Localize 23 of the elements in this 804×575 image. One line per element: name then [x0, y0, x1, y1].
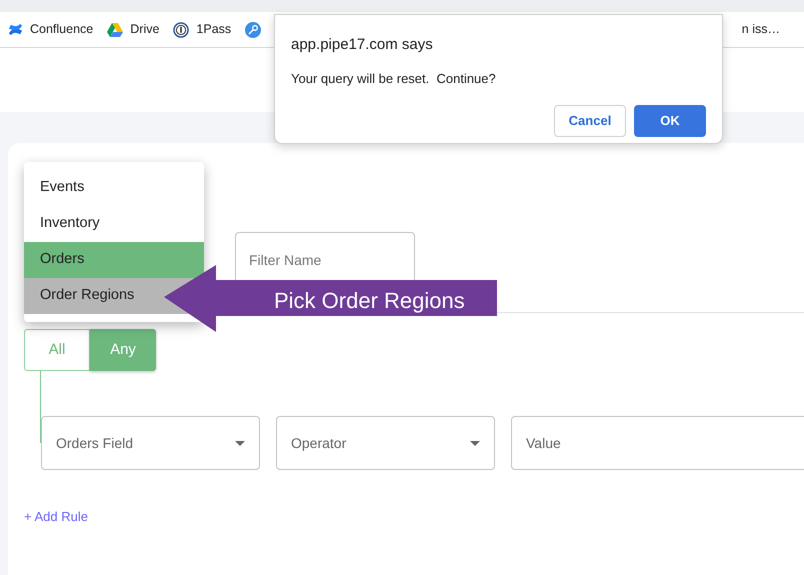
drive-icon[interactable] — [107, 22, 124, 36]
select-field[interactable]: Orders Field — [41, 416, 260, 470]
value-field[interactable]: Value — [511, 416, 804, 470]
bookmark-link[interactable]: Drive — [130, 20, 160, 39]
caret-icon — [235, 440, 245, 446]
dialog-title: app.pipe17.com says — [291, 35, 434, 55]
bookmark-link[interactable]: Confluence — [30, 20, 94, 39]
key-icon[interactable] — [245, 22, 262, 38]
select-field[interactable]: Operator — [276, 416, 495, 470]
bookmark-link[interactable]: n iss… — [742, 20, 780, 39]
menu-item[interactable]: Inventory — [24, 206, 204, 242]
caret-icon — [470, 440, 480, 446]
menu-item[interactable]: Events — [24, 170, 204, 206]
confluence-icon[interactable] — [8, 22, 23, 37]
dialog-button[interactable]: Cancel — [554, 105, 626, 137]
keyhole-icon[interactable] — [173, 22, 190, 38]
callout-text: Pick Order Regions — [274, 287, 465, 315]
connector-line — [40, 371, 41, 443]
add-rule-link[interactable]: + Add Rule — [24, 507, 88, 526]
dialog-button[interactable]: OK — [634, 105, 706, 137]
menu-item[interactable]: Orders — [24, 242, 204, 278]
dialog-message: Your query will be reset. Continue? — [291, 70, 497, 88]
bookmark-link[interactable]: 1Pass — [196, 20, 232, 39]
